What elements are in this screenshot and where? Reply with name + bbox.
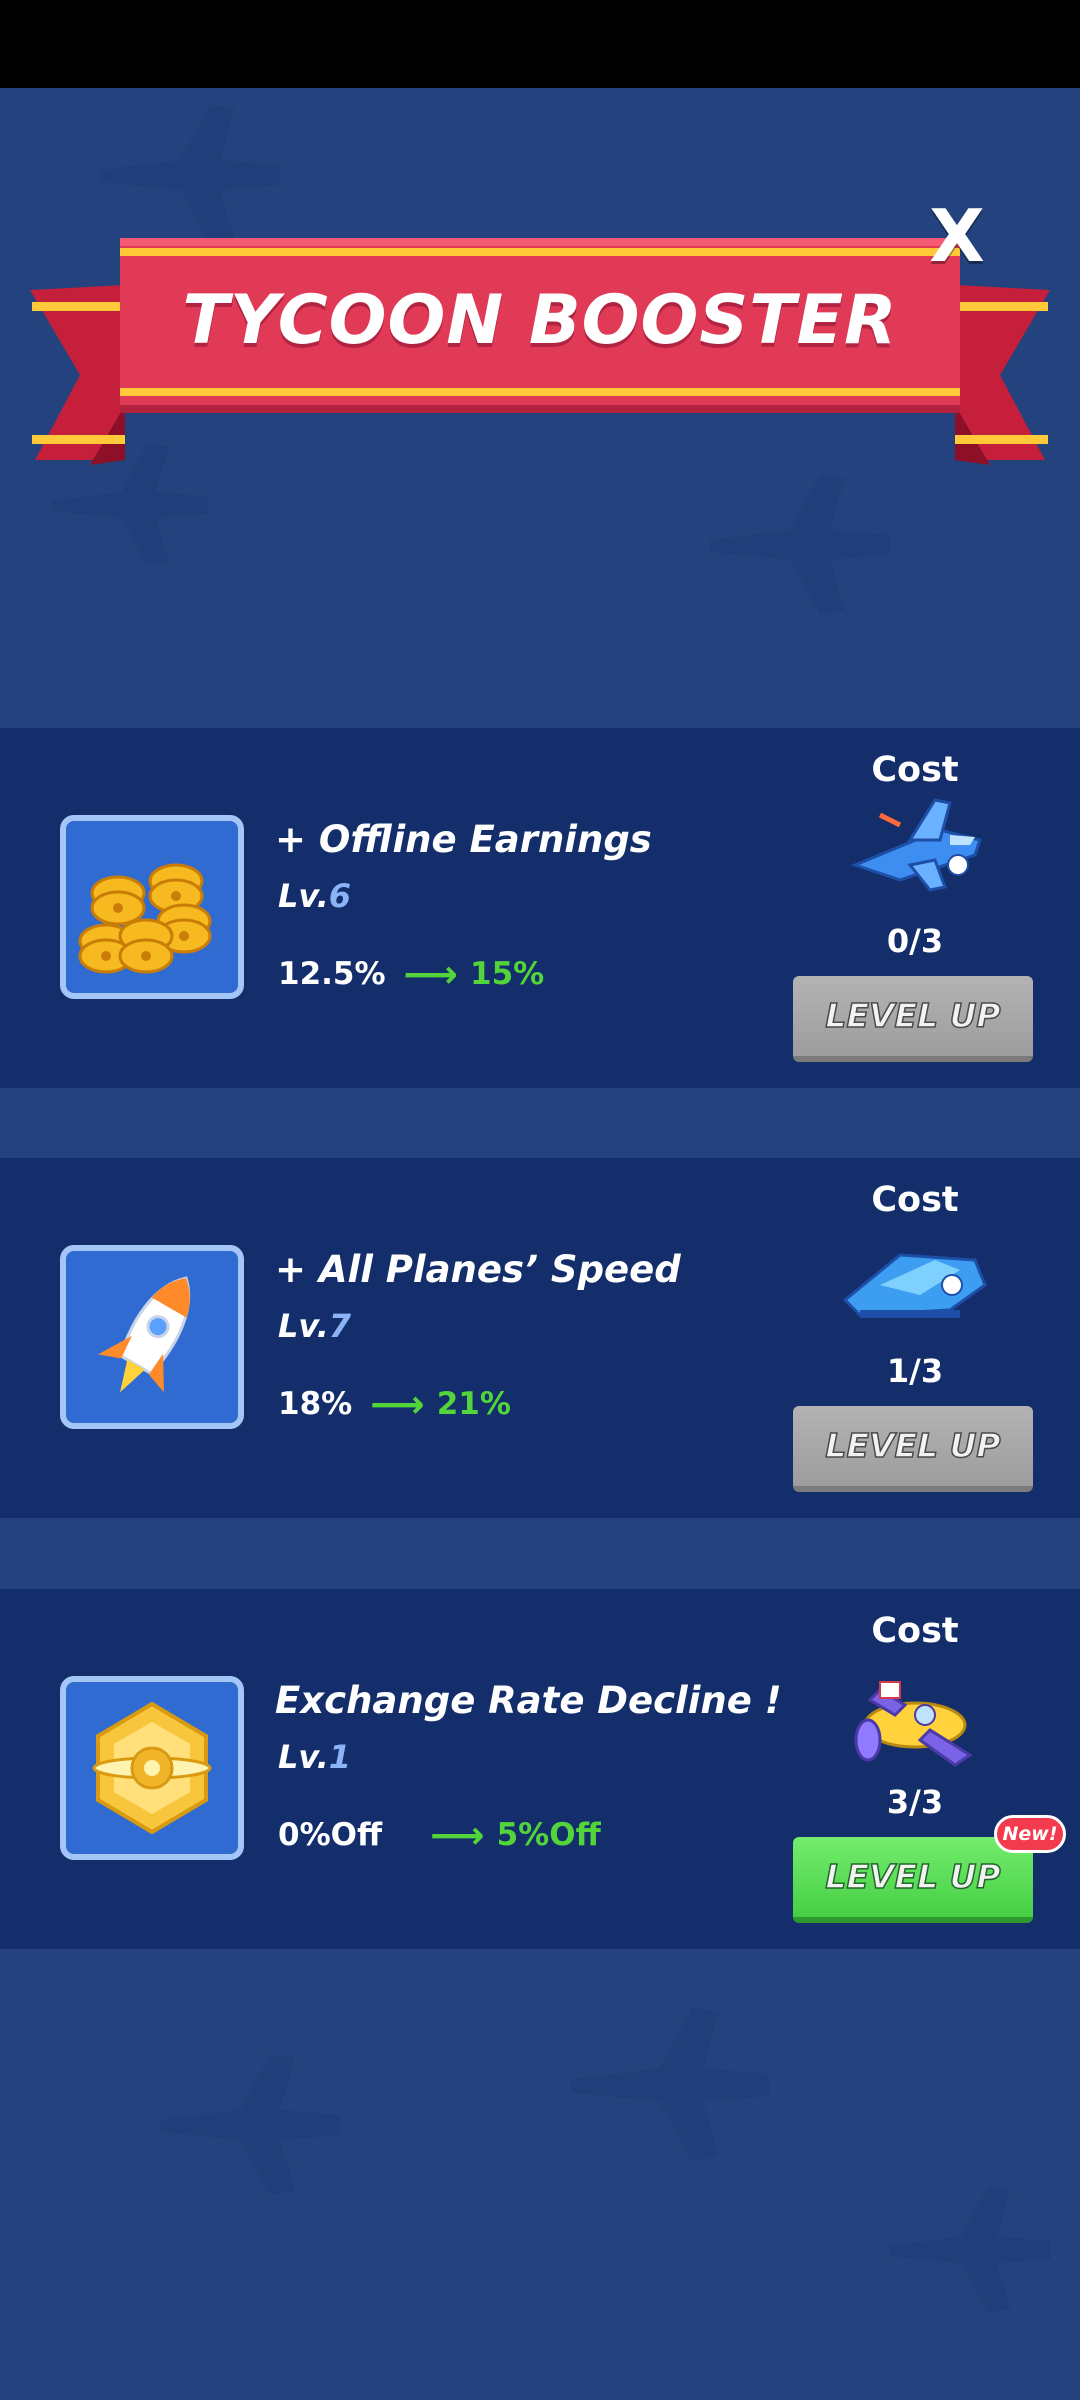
cost-count: 1/3 <box>886 1352 944 1390</box>
level-up-button[interactable]: LEVEL UP <box>793 1406 1033 1492</box>
booster-stats: 0%Off ⟶ 5%Off <box>278 1813 601 1857</box>
next-value: 15% <box>470 956 545 992</box>
status-bar <box>0 0 1080 88</box>
gold-coins-icon <box>60 815 244 999</box>
next-value: 21% <box>436 1386 511 1422</box>
background-plane-icon <box>90 100 290 250</box>
background-plane-icon <box>700 470 900 620</box>
cost-label: Cost <box>871 750 959 790</box>
arrow-right-icon: ⟶ <box>403 952 459 996</box>
background-plane-icon <box>150 2050 350 2200</box>
level-up-button[interactable]: LEVEL UP <box>793 1837 1033 1923</box>
booster-stats: 12.5% ⟶ 15% <box>278 952 544 996</box>
rocket-icon <box>60 1245 244 1429</box>
background-plane-icon <box>560 2000 780 2170</box>
current-value: 18% <box>278 1386 353 1422</box>
booster-title: Exchange Rate Decline ! <box>275 1679 782 1722</box>
current-value: 0%Off <box>278 1817 383 1853</box>
blue-stealth-plane-icon <box>840 1230 990 1330</box>
arrow-right-icon: ⟶ <box>370 1382 425 1426</box>
next-value: 5%Off <box>496 1817 601 1853</box>
cost-count: 3/3 <box>886 1783 944 1821</box>
level-up-button[interactable]: LEVEL UP <box>793 976 1033 1062</box>
current-value: 12.5% <box>278 956 386 992</box>
yellow-purple-plane-icon <box>840 1670 990 1770</box>
arrow-right-icon: ⟶ <box>430 1813 485 1857</box>
booster-level: Lv.1 <box>278 1738 352 1776</box>
gold-propeller-badge-icon <box>60 1676 244 1860</box>
new-badge: New! <box>994 1815 1066 1853</box>
booster-title: + All Planes’ Speed <box>275 1248 681 1291</box>
cost-label: Cost <box>871 1611 959 1651</box>
cost-label: Cost <box>871 1180 959 1220</box>
page-title: TYCOON BOOSTER <box>182 280 898 360</box>
booster-level: Lv.7 <box>278 1307 352 1345</box>
cost-count: 0/3 <box>886 922 944 960</box>
title-banner: TYCOON BOOSTER <box>30 230 1050 470</box>
booster-title: + Offline Earnings <box>275 818 652 861</box>
background-plane-icon <box>880 2180 1060 2320</box>
booster-level: Lv.6 <box>278 877 352 915</box>
booster-stats: 18% ⟶ 21% <box>278 1382 511 1426</box>
blue-jet-plane-icon <box>840 795 990 895</box>
close-button[interactable]: X <box>922 196 992 276</box>
